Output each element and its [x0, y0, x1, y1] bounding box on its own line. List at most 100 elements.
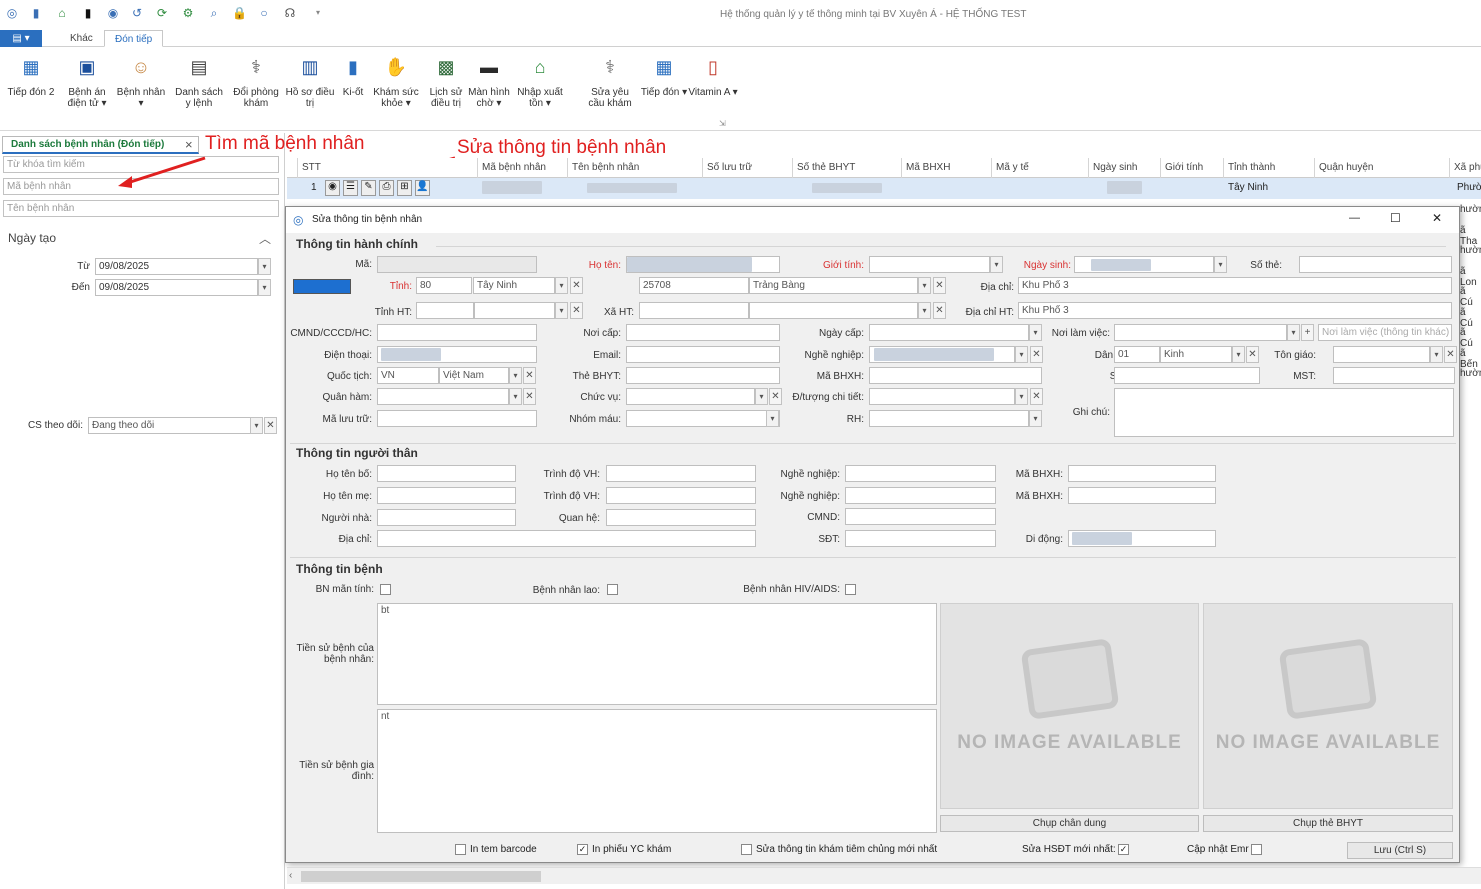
family-history-textarea[interactable]: nt: [377, 709, 937, 833]
ribbon-button-9[interactable]: ▬ Màn hình chờ ▾: [462, 52, 516, 109]
column-header[interactable]: Mã bệnh nhân: [477, 158, 567, 178]
close-dialog-icon[interactable]: ✕: [1432, 211, 1442, 225]
dropdown-icon[interactable]: ▾: [1287, 324, 1300, 341]
ribbon-button-12[interactable]: ▦ Tiếp đón ▾: [637, 52, 691, 98]
horizontal-scrollbar[interactable]: ‹: [287, 867, 1481, 884]
nationality-code-input[interactable]: VN: [377, 367, 439, 384]
ma-input[interactable]: [377, 256, 537, 273]
globe-icon[interactable]: ◉: [106, 6, 120, 20]
blood-group-select[interactable]: [626, 410, 780, 427]
column-header[interactable]: Tên bệnh nhân: [567, 158, 702, 178]
capture-bhyt-button[interactable]: Chụp thẻ BHYT: [1203, 815, 1453, 832]
card-number-input[interactable]: [1299, 256, 1452, 273]
dropdown-icon[interactable]: ▾: [755, 388, 768, 405]
clear-icon[interactable]: ✕: [523, 388, 536, 405]
clear-icon[interactable]: ✕: [1030, 346, 1043, 363]
mother-edu-input[interactable]: [606, 487, 756, 504]
minimize-icon[interactable]: —: [1349, 212, 1360, 224]
patient-history-textarea[interactable]: bt: [377, 603, 937, 705]
cs-dropdown-icon[interactable]: ▾: [250, 417, 263, 434]
ribbon-button-3[interactable]: ▤ Danh sách y lệnh: [172, 52, 226, 109]
storage-code-input[interactable]: [377, 410, 537, 427]
find-icon[interactable]: ⌕: [207, 6, 221, 20]
mother-job-input[interactable]: [845, 487, 996, 504]
ribbon-button-10[interactable]: ⌂ Nhập xuất tồn ▾: [513, 52, 567, 109]
home-icon[interactable]: ⌂: [55, 6, 69, 20]
nationality-name-input[interactable]: Việt Nam: [439, 367, 509, 384]
ribbon-button-4[interactable]: ⚕ Đổi phòng khám: [229, 52, 283, 109]
dropdown-icon[interactable]: ▾: [1015, 346, 1028, 363]
column-header[interactable]: Tỉnh thành: [1223, 158, 1314, 178]
clear-icon[interactable]: ✕: [1444, 346, 1457, 363]
notes-textarea[interactable]: [1114, 388, 1454, 437]
bhyt-card-input[interactable]: [626, 367, 780, 384]
relative-name-input[interactable]: [377, 509, 516, 526]
father-name-input[interactable]: [377, 465, 516, 482]
hiv-checkbox[interactable]: [845, 584, 856, 595]
bank-account-input[interactable]: [1114, 367, 1260, 384]
dropdown-icon[interactable]: ▾: [1029, 410, 1042, 427]
add-record-icon[interactable]: ⊞: [397, 180, 412, 196]
ward-name-input[interactable]: Trảng Bàng: [749, 277, 918, 294]
edit-vaccination-checkbox[interactable]: [741, 844, 752, 855]
address-ht-input[interactable]: Khu Phố 3: [1018, 302, 1452, 319]
cs-clear-icon[interactable]: ✕: [264, 417, 277, 434]
father-bhxh-input[interactable]: [1068, 465, 1216, 482]
position-select[interactable]: [626, 388, 755, 405]
ward-ht-code[interactable]: [639, 302, 749, 319]
tb-checkbox[interactable]: [607, 584, 618, 595]
ribbon-button-0[interactable]: ▦ Tiếp đón 2: [4, 52, 58, 98]
chart-icon[interactable]: ▮: [29, 6, 43, 20]
dropdown-icon[interactable]: ▾: [990, 256, 1003, 273]
cs-select[interactable]: Đang theo dõi: [88, 417, 251, 434]
mother-bhxh-input[interactable]: [1068, 487, 1216, 504]
ward-code-input[interactable]: 25708: [639, 277, 749, 294]
print-request-checkbox[interactable]: ✓: [577, 844, 588, 855]
province-name-input[interactable]: Tây Ninh: [473, 277, 555, 294]
ribbon-button-7[interactable]: ✋ Khám sức khỏe ▾: [369, 52, 423, 109]
email-input[interactable]: [626, 346, 780, 363]
relative-phone-input[interactable]: [845, 530, 996, 547]
scroll-thumb[interactable]: [301, 871, 541, 882]
collapse-icon[interactable]: ︿: [259, 230, 271, 247]
province-code-input[interactable]: 80: [416, 277, 472, 294]
dropdown-icon[interactable]: ▾: [1430, 346, 1443, 363]
app-menu-button[interactable]: ▤ ▾: [0, 30, 42, 47]
ribbon-expand-icon[interactable]: ⇲: [719, 119, 726, 128]
dropdown-icon[interactable]: ▾: [509, 367, 522, 384]
scroll-left-icon[interactable]: ‹: [289, 870, 292, 881]
clear-icon[interactable]: ✕: [1030, 388, 1043, 405]
relative-address-input[interactable]: [377, 530, 756, 547]
from-date-input[interactable]: 09/08/2025: [95, 258, 258, 275]
dropdown-icon[interactable]: ▾: [918, 277, 931, 294]
dropdown-icon[interactable]: ▾: [1214, 256, 1227, 273]
column-header[interactable]: Mã y tế: [991, 158, 1088, 178]
issue-date-input[interactable]: [869, 324, 1029, 341]
clear-icon[interactable]: ✕: [570, 302, 583, 319]
dropdown-icon[interactable]: ▾: [509, 388, 522, 405]
tax-code-input[interactable]: [1333, 367, 1455, 384]
customize-dropdown-icon[interactable]: ▾: [311, 6, 325, 20]
mother-name-input[interactable]: [377, 487, 516, 504]
dropdown-icon[interactable]: ▾: [1015, 388, 1028, 405]
column-header[interactable]: Giới tính: [1160, 158, 1223, 178]
column-header[interactable]: Ngày sinh: [1088, 158, 1160, 178]
clear-icon[interactable]: ✕: [570, 277, 583, 294]
column-header[interactable]: Mã BHXH: [901, 158, 991, 178]
circle-icon[interactable]: ○: [257, 6, 271, 20]
maximize-icon[interactable]: ☐: [1390, 211, 1401, 225]
province-ht-name[interactable]: [474, 302, 555, 319]
headset-icon[interactable]: ☊: [283, 6, 297, 20]
chronic-checkbox[interactable]: [380, 584, 391, 595]
print-icon[interactable]: ⎙: [379, 180, 394, 196]
religion-select[interactable]: [1333, 346, 1430, 363]
app-logo-icon[interactable]: ◎: [5, 6, 19, 20]
ribbon-button-13[interactable]: ▯ Vitamin A ▾: [686, 52, 740, 98]
settings-icon[interactable]: ⚙: [181, 6, 195, 20]
workplace-other-input[interactable]: Nơi làm việc (thông tin khác): [1318, 324, 1452, 341]
father-edu-input[interactable]: [606, 465, 756, 482]
ethnic-name-input[interactable]: Kinh: [1160, 346, 1232, 363]
dropdown-icon[interactable]: ▾: [918, 302, 931, 319]
relative-id-input[interactable]: [845, 508, 996, 525]
add-icon[interactable]: +: [1301, 324, 1314, 341]
